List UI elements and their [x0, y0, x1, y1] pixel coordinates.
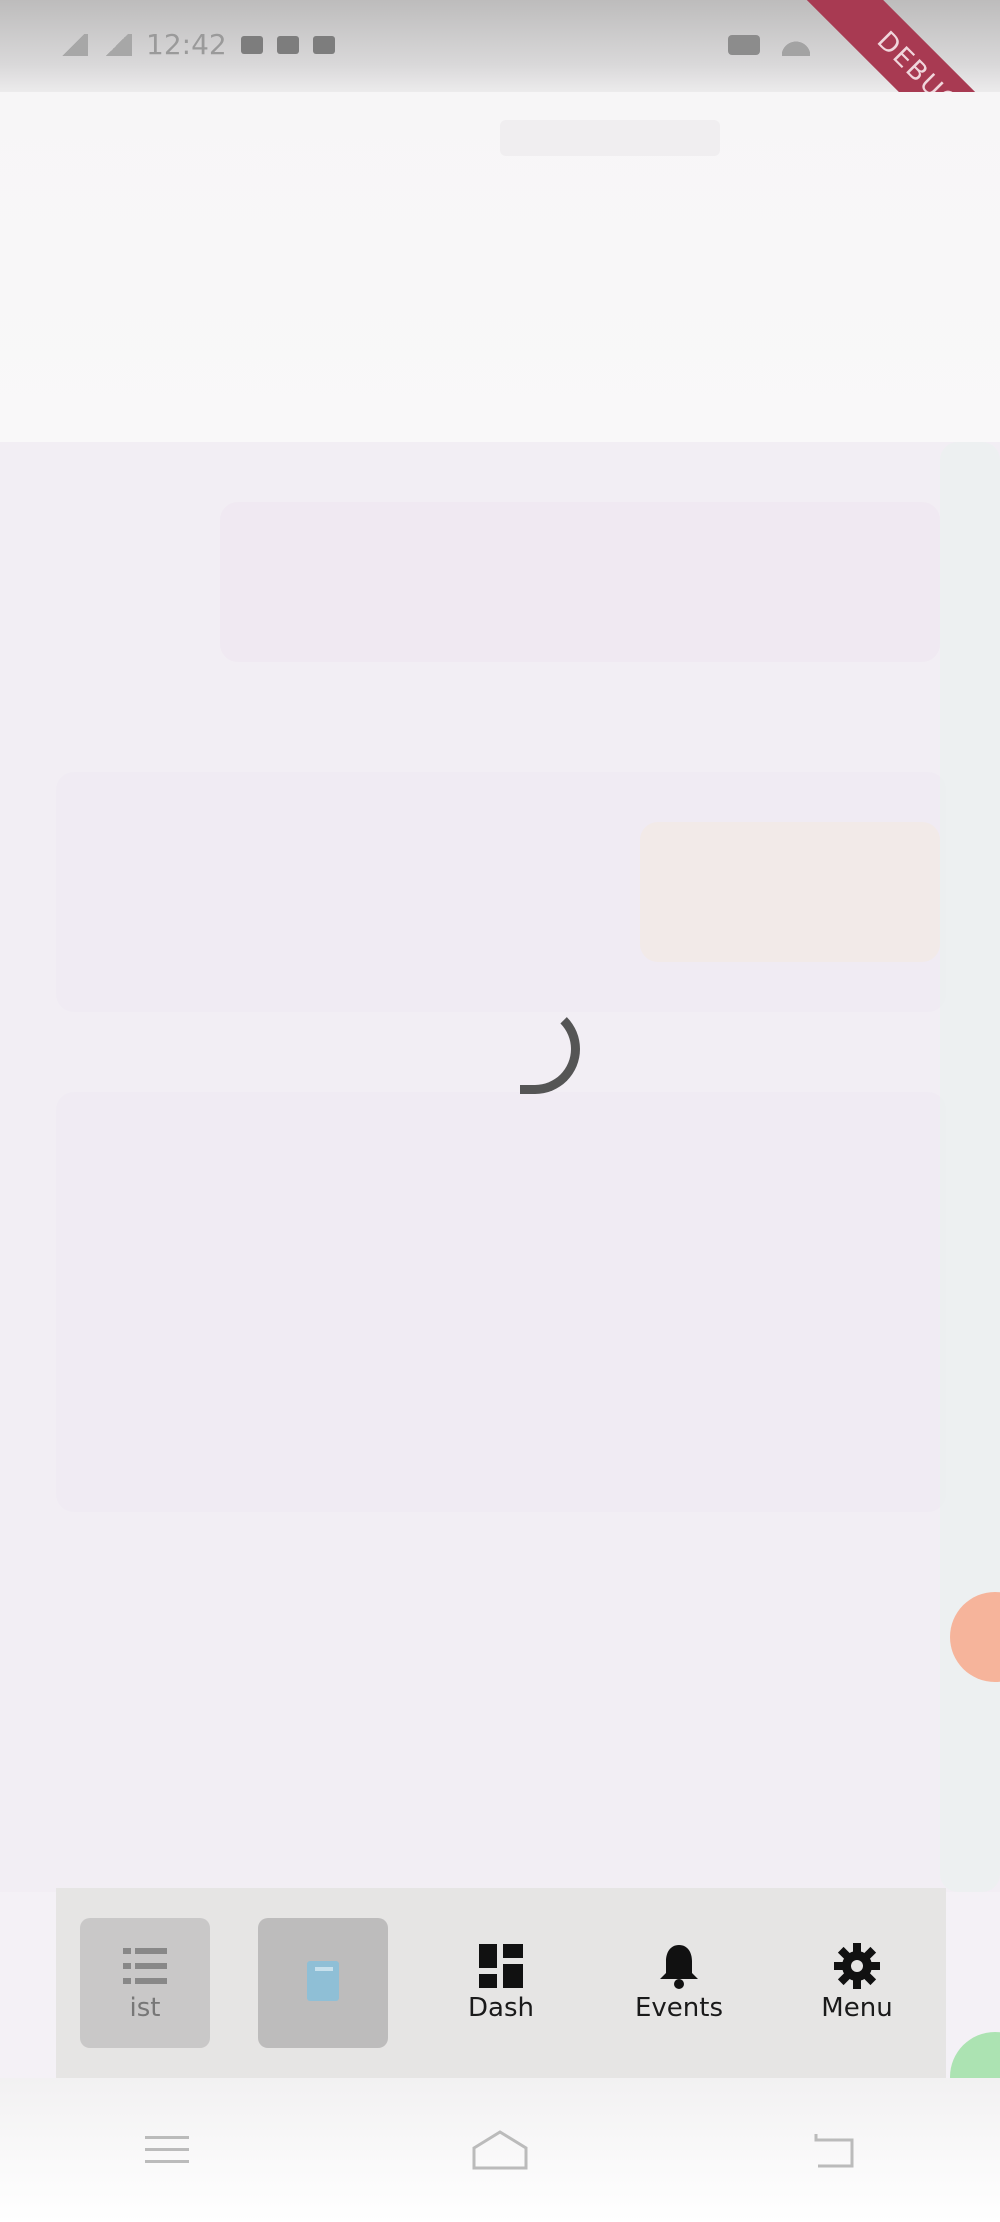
book-icon — [300, 1958, 346, 2004]
status-right — [728, 34, 810, 56]
nav-label: Menu — [821, 1993, 893, 2023]
bottom-nav: ist Dash Events Menu — [56, 1888, 946, 2078]
back-button[interactable] — [803, 2125, 863, 2175]
back-icon — [814, 2134, 854, 2168]
header-placeholder — [500, 120, 720, 156]
notification-icon — [312, 35, 335, 54]
status-left: 12:42 — [58, 28, 335, 61]
notification-icon — [276, 35, 299, 54]
nav-item-events[interactable]: Events — [614, 1918, 744, 2048]
system-nav-bar — [0, 2078, 1000, 2222]
app-screen: 12:42 DEBUG ist Dash Events Menu — [0, 0, 1000, 2222]
gear-icon — [834, 1943, 880, 1989]
recent-apps-button[interactable] — [137, 2125, 197, 2175]
nav-item-menu[interactable]: Menu — [792, 1918, 922, 2048]
battery-icon — [728, 35, 760, 55]
signal-icon — [102, 33, 132, 56]
bell-icon — [656, 1943, 702, 1989]
loading-overlay — [0, 442, 1000, 2122]
nav-label: ist — [129, 1993, 161, 2023]
status-bar: 12:42 DEBUG — [0, 0, 1000, 206]
nav-label: Dash — [468, 1993, 534, 2023]
nav-item-book[interactable] — [258, 1918, 388, 2048]
dashboard-icon — [478, 1943, 524, 1989]
app-header — [0, 92, 1000, 442]
home-button[interactable] — [470, 2125, 530, 2175]
menu-icon — [144, 2136, 189, 2163]
faded-card — [56, 1092, 946, 1512]
nav-item-dash[interactable]: Dash — [436, 1918, 566, 2048]
signal-icon — [58, 33, 88, 56]
nav-item-list[interactable]: ist — [80, 1918, 210, 2048]
wifi-icon — [782, 34, 810, 56]
home-icon — [472, 2130, 528, 2170]
notification-icon — [240, 35, 263, 54]
nav-label: Events — [634, 1993, 724, 2023]
faded-card — [640, 822, 940, 962]
status-time: 12:42 — [146, 28, 227, 61]
list-icon — [122, 1943, 168, 1989]
faded-card — [220, 502, 940, 662]
